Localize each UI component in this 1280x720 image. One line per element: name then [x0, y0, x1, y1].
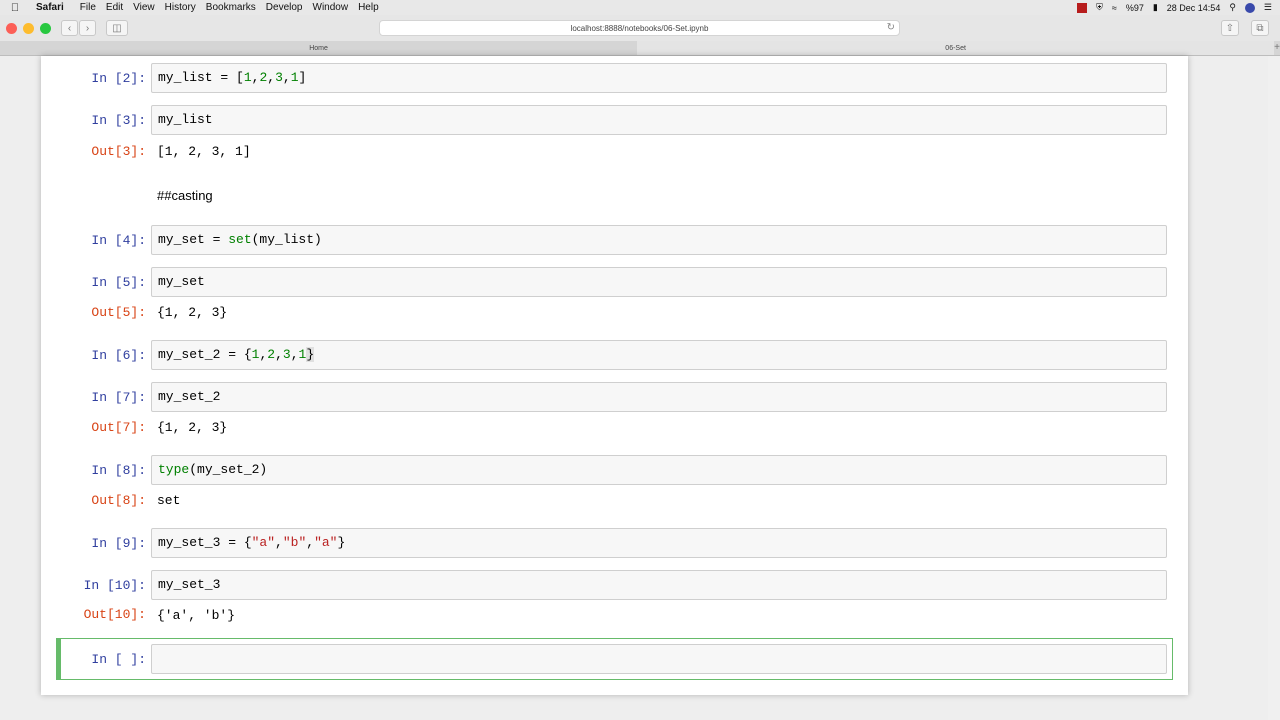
new-tab-icon[interactable]: +	[1274, 41, 1280, 55]
status-app-icon[interactable]	[1077, 2, 1088, 13]
share-icon[interactable]: ⇧	[1221, 20, 1239, 36]
cell-output: [1, 2, 3, 1]	[157, 144, 251, 159]
in-prompt: In [9]:	[91, 536, 146, 551]
tab-bar: Home 06-Set +	[0, 41, 1280, 56]
code-cell-input[interactable]: my_set_2 = {1,2,3,1}	[151, 340, 1167, 370]
menu-window[interactable]: Window	[313, 2, 357, 13]
clock[interactable]: 28 Dec 14:54	[1167, 3, 1221, 13]
address-bar[interactable]: localhost:8888/notebooks/06-Set.ipynb ↻	[379, 20, 900, 36]
empty-code-cell-input[interactable]	[151, 644, 1167, 674]
in-prompt: In [8]:	[91, 463, 146, 478]
notebook-container: In [2]: my_list = [1,2,3,1] In [3]: my_l…	[41, 56, 1188, 695]
spotlight-search-icon[interactable]: ⚲	[1229, 2, 1236, 13]
menu-app-safari[interactable]: Safari	[36, 2, 72, 13]
code-cell-input[interactable]: my_set_2	[151, 382, 1167, 412]
cell-output: {'a', 'b'}	[157, 608, 236, 623]
in-prompt: In [ ]:	[91, 652, 146, 667]
menu-help[interactable]: Help	[358, 2, 387, 13]
in-prompt: In [10]:	[83, 578, 146, 593]
macos-menubar:  Safari File Edit View History Bookmark…	[0, 0, 1280, 15]
code-cell-input[interactable]: my_set = set(my_list)	[151, 225, 1167, 255]
user-avatar-icon[interactable]	[1244, 2, 1255, 13]
menu-view[interactable]: View	[133, 2, 163, 13]
back-button[interactable]: ‹	[61, 20, 78, 36]
code-cell-input[interactable]: type(my_set_2)	[151, 455, 1167, 485]
forward-button[interactable]: ›	[79, 20, 96, 36]
cell-output: {1, 2, 3}	[157, 305, 228, 320]
menu-history[interactable]: History	[165, 2, 204, 13]
out-prompt: Out[10]:	[83, 607, 146, 622]
out-prompt: Out[5]:	[91, 305, 146, 320]
markdown-cell[interactable]: ##casting	[157, 188, 213, 203]
battery-percent: %97	[1125, 2, 1144, 13]
code-cell-input[interactable]: my_set_3	[151, 570, 1167, 600]
apple-icon[interactable]: 	[0, 2, 30, 14]
tab-home[interactable]: Home	[0, 41, 637, 55]
cell-output: {1, 2, 3}	[157, 420, 228, 435]
notification-center-icon[interactable]: ☰	[1264, 2, 1272, 13]
code-cell-input[interactable]: my_set	[151, 267, 1167, 297]
menu-develop[interactable]: Develop	[266, 2, 311, 13]
tabs-overview-icon[interactable]: ⧉	[1251, 20, 1269, 36]
sidebar-toggle-icon[interactable]: ◫	[106, 20, 128, 36]
battery-icon[interactable]: ▮	[1153, 2, 1158, 13]
menu-bookmarks[interactable]: Bookmarks	[206, 2, 264, 13]
menu-file[interactable]: File	[80, 2, 104, 13]
in-prompt: In [5]:	[91, 275, 146, 290]
code-cell-input[interactable]: my_list = [1,2,3,1]	[151, 63, 1167, 93]
browser-toolbar: ‹ › ◫ localhost:8888/notebooks/06-Set.ip…	[0, 15, 1280, 41]
out-prompt: Out[7]:	[91, 420, 146, 435]
in-prompt: In [7]:	[91, 390, 146, 405]
in-prompt: In [4]:	[91, 233, 146, 248]
wifi-icon[interactable]: ≈	[1112, 3, 1117, 13]
in-prompt: In [6]:	[91, 348, 146, 363]
tab-06-set[interactable]: 06-Set	[637, 41, 1275, 55]
page-scrollbar[interactable]	[1268, 56, 1280, 720]
cell-output: set	[157, 493, 181, 508]
close-window-button[interactable]	[6, 22, 17, 34]
menu-edit[interactable]: Edit	[106, 2, 131, 13]
shield-icon[interactable]: ⛨	[1096, 2, 1103, 13]
out-prompt: Out[8]:	[91, 493, 146, 508]
in-prompt: In [2]:	[91, 71, 146, 86]
minimize-window-button[interactable]	[23, 22, 34, 34]
url-text: localhost:8888/notebooks/06-Set.ipynb	[570, 23, 709, 33]
zoom-window-button[interactable]	[40, 22, 51, 34]
code-cell-input[interactable]: my_list	[151, 105, 1167, 135]
code-cell-input[interactable]: my_set_3 = {"a","b","a"}	[151, 528, 1167, 558]
reload-icon[interactable]: ↻	[887, 22, 895, 33]
in-prompt: In [3]:	[91, 113, 146, 128]
out-prompt: Out[3]:	[91, 144, 146, 159]
